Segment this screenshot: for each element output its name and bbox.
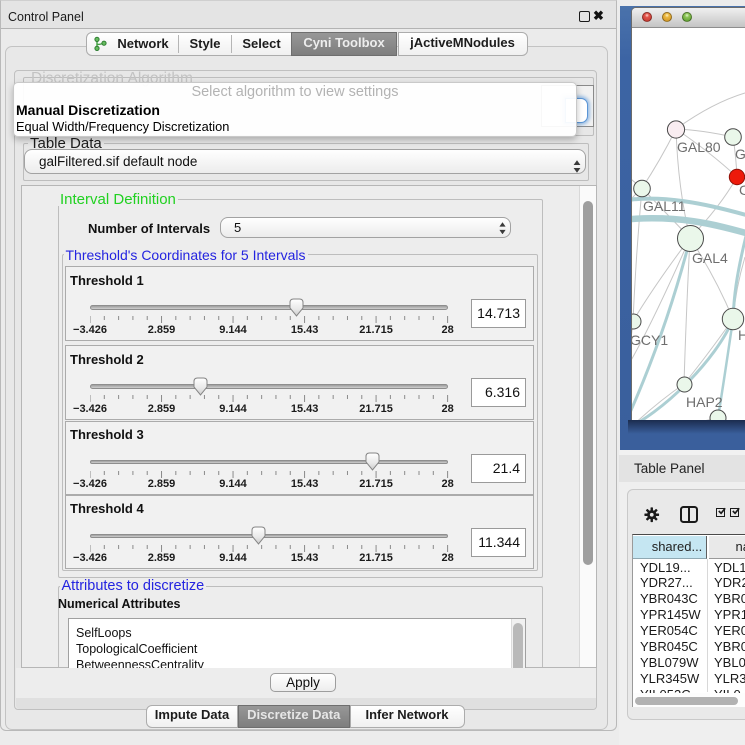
- svg-text:HAP2: HAP2: [686, 394, 723, 410]
- svg-text:HA: HA: [738, 327, 745, 343]
- svg-text:GA: GA: [735, 146, 745, 162]
- svg-text:GCY1: GCY1: [632, 332, 668, 348]
- svg-text:GAL4: GAL4: [692, 250, 728, 266]
- svg-text:GAL11: GAL11: [643, 198, 686, 214]
- svg-text:CY: CY: [739, 182, 745, 198]
- svg-text:GAL80: GAL80: [677, 139, 721, 155]
